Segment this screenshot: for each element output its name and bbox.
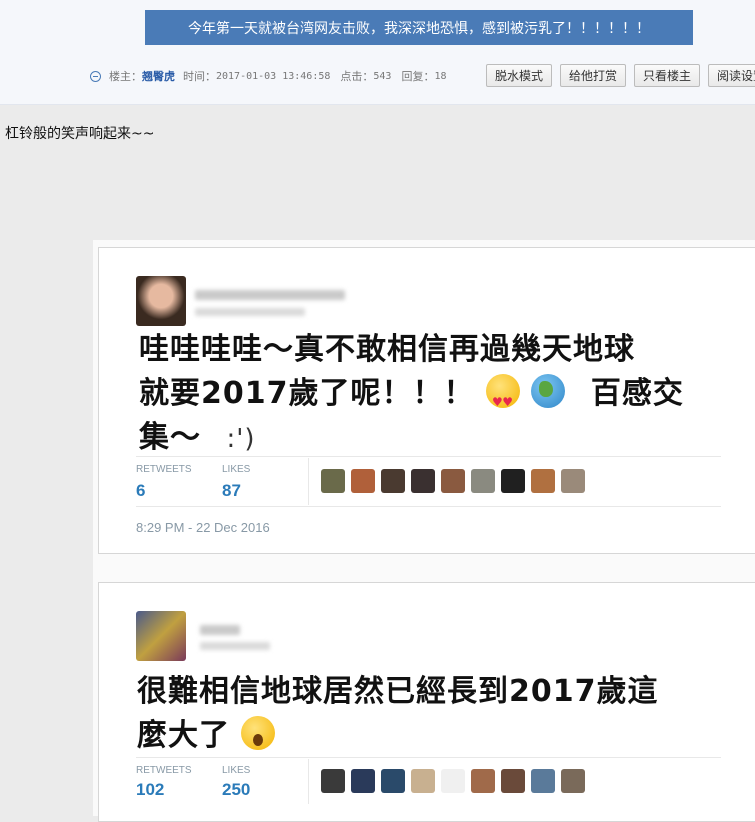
blurred-username	[195, 290, 345, 300]
read-settings-button[interactable]: 阅读设置	[708, 64, 755, 87]
tweet-line-text: 集～	[139, 420, 201, 455]
tweet-card-2: 很難相信地球居然已經長到2017歲這 麼大了 RETWEETS 102 LIKE…	[98, 582, 755, 822]
liker-avatar[interactable]	[381, 469, 405, 493]
tweet-line-text: 就要2017歲了呢！！！	[139, 376, 475, 411]
tweet-line: 麼大了	[137, 714, 659, 758]
blurred-handle	[200, 642, 270, 650]
heart-eyes-emoji-icon	[485, 374, 520, 424]
liker-avatar[interactable]	[471, 469, 495, 493]
liker-avatar[interactable]	[561, 469, 585, 493]
likes-count: 250	[222, 780, 251, 799]
liker-avatar[interactable]	[411, 469, 435, 493]
retweets-count: 102	[136, 780, 165, 799]
click-count: 543	[373, 70, 392, 82]
tweet-line: 哇哇哇哇～真不敢相信再過幾天地球	[139, 332, 635, 367]
tweet-line-text: 百感交	[590, 376, 684, 411]
replies-label: 回复：	[401, 70, 435, 83]
tweet-text: 哇哇哇哇～真不敢相信再過幾天地球 就要2017歲了呢！！！ 百感交 集～ :')	[139, 328, 684, 461]
retweets-label: RETWEETS	[136, 765, 192, 776]
tweet-line-text: 麼大了	[137, 718, 230, 753]
divider	[308, 759, 309, 804]
time-label: 时间：	[183, 70, 216, 83]
likes-count: 87	[222, 481, 241, 500]
avatar	[136, 611, 186, 661]
thread-meta: 楼主： 翘臀虎 时间： 2017-01-03 13:46:58 点击： 543 …	[90, 64, 457, 88]
tweet-line: 就要2017歲了呢！！！ 百感交	[139, 372, 684, 424]
blurred-handle	[195, 308, 305, 316]
tip-author-button[interactable]: 给他打赏	[560, 64, 626, 87]
avatar	[136, 276, 186, 326]
post-time: 2017-01-03 13:46:58	[216, 70, 331, 82]
retweets-count: 6	[136, 481, 146, 500]
liker-avatar[interactable]	[351, 769, 375, 793]
only-op-button[interactable]: 只看楼主	[634, 64, 700, 87]
liker-avatar[interactable]	[531, 469, 555, 493]
dehydrate-mode-button[interactable]: 脱水模式	[486, 64, 552, 87]
blurred-username	[200, 625, 240, 635]
retweets-label: RETWEETS	[136, 464, 192, 475]
liker-avatar[interactable]	[321, 469, 345, 493]
globe-emoji-icon	[531, 374, 566, 408]
clicks-label: 点击：	[340, 70, 374, 83]
likes-label: LIKES	[222, 765, 251, 776]
liker-avatar[interactable]	[561, 769, 585, 793]
post-text: 杠铃般的笑声响起来~~	[5, 126, 155, 142]
liker-avatar[interactable]	[441, 469, 465, 493]
liker-avatar[interactable]	[381, 769, 405, 793]
divider	[136, 757, 721, 758]
tweet-card-1: 哇哇哇哇～真不敢相信再過幾天地球 就要2017歲了呢！！！ 百感交 集～ :')…	[98, 247, 755, 554]
thread-header: 今年第一天就被台湾网友击败，我深深地恐惧，感到被污乳了！！！！！！ 楼主： 翘臀…	[0, 0, 755, 105]
author-label: 楼主：	[109, 70, 142, 83]
reply-count: 18	[434, 70, 447, 82]
tweet-timestamp: 8:29 PM - 22 Dec 2016	[136, 520, 270, 535]
user-icon	[90, 70, 101, 82]
liker-avatar[interactable]	[471, 769, 495, 793]
likes-label: LIKES	[222, 464, 251, 475]
divider	[136, 456, 721, 457]
liker-avatar[interactable]	[321, 769, 345, 793]
divider	[136, 506, 721, 507]
tweet-line: 很難相信地球居然已經長到2017歲這	[137, 674, 659, 709]
liker-avatar[interactable]	[531, 769, 555, 793]
liker-avatar[interactable]	[351, 469, 375, 493]
tweet-line: 集～ :')	[139, 416, 684, 461]
liker-avatar[interactable]	[441, 769, 465, 793]
astonished-emoji-icon	[241, 716, 276, 750]
liker-avatar[interactable]	[501, 469, 525, 493]
smiley-text: :')	[226, 424, 256, 454]
liker-avatar[interactable]	[501, 769, 525, 793]
tweet-text: 很難相信地球居然已經長到2017歲這 麼大了	[137, 670, 659, 758]
thread-title: 今年第一天就被台湾网友击败，我深深地恐惧，感到被污乳了！！！！！！	[145, 10, 693, 45]
liker-avatar[interactable]	[411, 769, 435, 793]
divider	[308, 458, 309, 505]
author-link[interactable]: 翘臀虎	[142, 68, 175, 84]
